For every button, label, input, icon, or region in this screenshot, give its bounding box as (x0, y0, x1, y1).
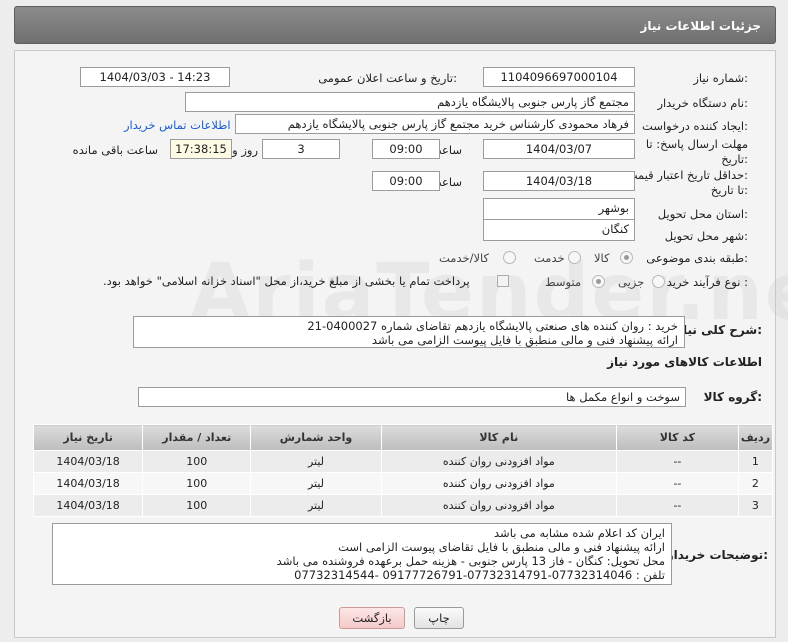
announce-label: تاریخ و ساعت اعلان عمومی: (318, 71, 457, 85)
announce-field[interactable]: 1404/03/03 - 14:23 (80, 67, 230, 87)
city-field[interactable]: کنگان (483, 219, 635, 241)
col-header-date: تاریخ نیاز (32, 424, 144, 451)
need-number-label: شماره نیاز: (693, 71, 748, 85)
goods-group-label: گروه کالا: (703, 390, 762, 404)
buyer-notes-label: توضیحات خریدار: (666, 548, 768, 562)
reply-days-field[interactable]: 3 (262, 139, 340, 159)
category-radio-goods[interactable] (620, 251, 633, 264)
cell-code: -- (615, 472, 739, 495)
cell-date: 1404/03/18 (32, 494, 144, 517)
back-button[interactable]: بازگشت (339, 607, 405, 629)
reply-time-field[interactable]: 09:00 (372, 139, 440, 159)
cell-date: 1404/03/18 (32, 450, 144, 473)
cell-qty: 100 (142, 472, 252, 495)
table-row[interactable]: 3 -- مواد افزودنی روان کننده لیتر 100 14… (32, 494, 774, 517)
buyer-notes-line-1: ایران کد اعلام شده مشابه می باشد (494, 526, 665, 540)
category-option-goods: کالا (594, 251, 610, 265)
cell-unit: لیتر (250, 472, 382, 495)
price-validity-label: حداقل تاریخ اعتبار قیمت: تا تاریخ: (627, 168, 748, 198)
remaining-time-label: ساعت باقی مانده (72, 143, 158, 157)
category-radio-service[interactable] (568, 251, 581, 264)
province-label: استان محل تحویل: (657, 207, 748, 221)
cell-code: -- (615, 450, 739, 473)
cell-date: 1404/03/18 (32, 472, 144, 495)
requester-field[interactable]: فرهاد محمودی کارشناس خرید مجتمع گاز پارس… (235, 114, 635, 134)
category-label: طبقه بندی موضوعی: (646, 251, 748, 265)
cell-name: مواد افزودنی روان کننده (380, 472, 617, 495)
col-header-row: ردیف (737, 424, 774, 451)
category-radio-goods-service[interactable] (503, 251, 516, 264)
cell-row: 3 (737, 494, 774, 517)
cell-qty: 100 (142, 450, 252, 473)
process-radio-minor[interactable] (652, 275, 665, 288)
treasury-note: پرداخت تمام یا بخشی از مبلغ خرید،از محل … (103, 274, 470, 288)
process-radio-medium[interactable] (592, 275, 605, 288)
city-label: شهر محل تحویل: (664, 229, 748, 243)
cell-unit: لیتر (250, 450, 382, 473)
goods-table-header: ردیف کد کالا نام کالا واحد شمارش تعداد /… (32, 424, 774, 451)
col-header-qty: تعداد / مقدار (142, 424, 252, 451)
buyer-org-label: نام دستگاه خریدار: (657, 96, 748, 110)
buyer-notes-line-4: تلفن : 07732314046-07732314791-091777267… (294, 568, 665, 582)
process-label: نوع فرآیند خرید : (666, 275, 748, 289)
need-number-field[interactable]: 1104096697000104 (483, 67, 635, 87)
buyer-notes-field[interactable]: ایران کد اعلام شده مشابه می باشد ارائه پ… (52, 523, 672, 585)
table-row[interactable]: 2 -- مواد افزودنی روان کننده لیتر 100 14… (32, 472, 774, 495)
price-validity-date-field[interactable]: 1404/03/18 (483, 171, 635, 191)
col-header-code: کد کالا (615, 424, 739, 451)
col-header-unit: واحد شمارش (250, 424, 382, 451)
process-option-medium: متوسط (545, 275, 582, 289)
price-validity-label-line2: تا تاریخ: (710, 183, 748, 197)
goods-group-field[interactable]: سوخت و انواع مکمل ها (138, 387, 686, 407)
category-option-goods-service: کالا/خدمت (439, 251, 490, 265)
buyer-notes-line-3: محل تحویل: کنگان - فاز 13 پارس جنوبی - ه… (276, 554, 665, 568)
reply-deadline-label-line2: تاریخ: (721, 152, 748, 166)
price-validity-time-field[interactable]: 09:00 (372, 171, 440, 191)
cell-row: 1 (737, 450, 774, 473)
description-field[interactable]: خرید : روان کننده های صنعتی پالایشگاه یا… (133, 316, 685, 348)
page-title: جزئیات اطلاعات نیاز (640, 19, 761, 33)
table-row[interactable]: 1 -- مواد افزودنی روان کننده لیتر 100 14… (32, 450, 774, 473)
cell-name: مواد افزودنی روان کننده (380, 494, 617, 517)
requester-label: ایجاد کننده درخواست: (642, 119, 748, 133)
buyer-notes-line-2: ارائه پیشنهاد فنی و مالی منطبق با فایل ت… (338, 540, 665, 554)
treasury-checkbox[interactable] (497, 275, 509, 287)
reply-deadline-label-line1: مهلت ارسال پاسخ: تا (645, 137, 748, 151)
price-validity-label-line1: حداقل تاریخ اعتبار قیمت: (626, 168, 748, 182)
goods-section-title: اطلاعات کالاهای مورد نیاز (607, 355, 762, 369)
buyer-contact-link[interactable]: اطلاعات تماس خریدار (124, 118, 231, 132)
cell-unit: لیتر (250, 494, 382, 517)
cell-name: مواد افزودنی روان کننده (380, 450, 617, 473)
cell-qty: 100 (142, 494, 252, 517)
cell-row: 2 (737, 472, 774, 495)
col-header-name: نام کالا (380, 424, 617, 451)
page-header: جزئیات اطلاعات نیاز (14, 6, 776, 44)
goods-table: ردیف کد کالا نام کالا واحد شمارش تعداد /… (32, 424, 774, 517)
cell-code: -- (615, 494, 739, 517)
description-line-1: خرید : روان کننده های صنعتی پالایشگاه یا… (307, 319, 678, 333)
print-button[interactable]: چاپ (414, 607, 464, 629)
reply-days-label: روز و (232, 143, 258, 157)
description-line-2: ارائه پیشنهاد فنی و مالی منطبق با فایل پ… (371, 333, 678, 347)
reply-deadline-label: مهلت ارسال پاسخ: تا تاریخ: (646, 137, 748, 167)
remaining-time-field: 17:38:15 (170, 139, 232, 159)
province-field[interactable]: بوشهر (483, 198, 635, 220)
description-label: شرح کلی نیاز: (676, 323, 762, 337)
process-option-minor: جزیی (618, 275, 645, 289)
category-option-service: خدمت (534, 251, 565, 265)
buyer-org-field[interactable]: مجتمع گاز پارس جنوبی پالایشگاه یازدهم (185, 92, 635, 112)
reply-date-field[interactable]: 1404/03/07 (483, 139, 635, 159)
